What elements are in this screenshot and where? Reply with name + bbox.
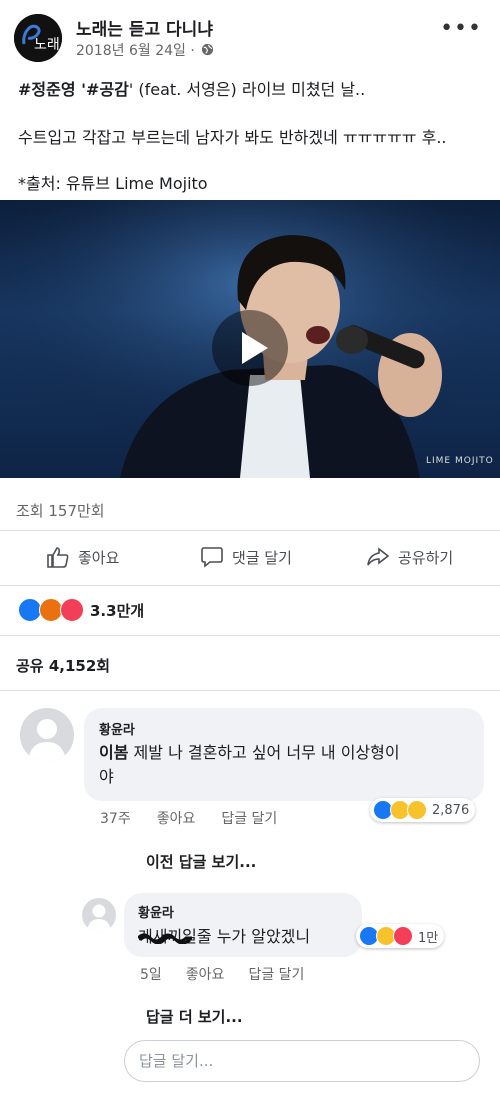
- reply-reply-button[interactable]: 답글 달기: [248, 964, 304, 984]
- reply-time[interactable]: 5일: [140, 964, 162, 984]
- comment-text-line-2: 야: [99, 767, 114, 786]
- redacted-word: 게새끼: [138, 926, 192, 948]
- comment-label: 댓글 달기: [232, 548, 292, 567]
- view-more-replies-link[interactable]: 답글 더 보기...: [146, 1006, 243, 1027]
- view-count: 조회 157만회: [16, 502, 105, 520]
- play-icon: [242, 332, 268, 364]
- more-options-icon[interactable]: •••: [440, 16, 482, 41]
- sad-reaction-icon: [407, 800, 427, 820]
- reply-like-button[interactable]: 좋아요: [186, 964, 225, 984]
- comment-author[interactable]: 황윤라: [99, 719, 135, 738]
- hashtag-link[interactable]: #정준영: [18, 80, 76, 99]
- comment-reply-button[interactable]: 답글 달기: [221, 808, 277, 828]
- share-button[interactable]: 공유하기: [366, 540, 453, 574]
- page-avatar[interactable]: 노래: [14, 14, 62, 62]
- comment-meta: 37주 좋아요 답글 달기: [100, 808, 277, 828]
- comment-button[interactable]: 댓글 달기: [200, 540, 292, 574]
- reply-input[interactable]: [124, 1040, 480, 1082]
- divider: [0, 690, 500, 691]
- logo-text: 노래: [34, 37, 60, 53]
- comment-bubble: 황윤라 이봄 제발 나 결혼하고 싶어 너무 내 이상형이 야: [84, 708, 484, 801]
- post-text-line-2: 수트입고 각잡고 부르는데 남자가 봐도 반하겠네 ㅠㅠㅠㅠㅠ 후..: [18, 128, 447, 147]
- reply-author[interactable]: 황윤라: [138, 902, 174, 921]
- mentioned-user[interactable]: 이봄: [99, 743, 128, 762]
- post-date: 2018년 6월 24일 ·: [76, 40, 214, 60]
- comment-time[interactable]: 37주: [100, 808, 131, 828]
- thumbs-up-icon: [47, 547, 69, 568]
- comment-icon: [201, 547, 223, 568]
- default-user-icon: [28, 719, 66, 762]
- reply-text-body: 일줄 누가 알았겠니: [182, 927, 311, 946]
- reply-reactions[interactable]: 1만: [356, 924, 445, 948]
- video-watermark: LIME MOJITO: [426, 456, 494, 466]
- page-name[interactable]: 노래는 듣고 다니냐: [76, 15, 213, 40]
- divider: [0, 585, 500, 586]
- divider: [0, 635, 500, 636]
- commenter-avatar[interactable]: [20, 708, 74, 762]
- reply-author-avatar[interactable]: [82, 898, 116, 932]
- love-reaction-icon: [60, 598, 84, 622]
- view-previous-replies-link[interactable]: 이전 답글 보기...: [146, 851, 256, 872]
- share-count[interactable]: 공유 4,152회: [16, 655, 110, 676]
- comment-text-body: 제발 나 결혼하고 싶어 너무 내 이상형이: [128, 743, 400, 762]
- hashtag-link[interactable]: #공감: [86, 80, 129, 99]
- like-button[interactable]: 좋아요: [46, 540, 119, 574]
- reactions-summary[interactable]: [18, 598, 84, 622]
- post-text-line-1: #정준영 '#공감' (feat. 서영은) 라이브 미쳤던 날..: [18, 76, 365, 100]
- page-logo-icon: 노래: [14, 14, 62, 62]
- default-user-icon: [87, 904, 111, 932]
- comment-reaction-count: 2,876: [432, 802, 470, 818]
- post-text-line-3: *출처: 유튜브 Lime Mojito: [18, 174, 208, 193]
- post-text-rest: ' (feat. 서영은) 라이브 미쳤던 날..: [128, 80, 366, 99]
- share-label: 공유하기: [398, 548, 454, 567]
- reply-text: 게새끼 일줄 누가 알았겠니: [138, 926, 310, 948]
- scribble-mark: [138, 933, 192, 944]
- post-date-text: 2018년 6월 24일 ·: [76, 43, 195, 59]
- love-reaction-icon: [393, 926, 413, 946]
- divider: [0, 530, 500, 531]
- globe-icon: [202, 43, 214, 56]
- reply-bubble: 황윤라 게새끼 일줄 누가 알았겠니: [124, 893, 362, 957]
- comment-like-button[interactable]: 좋아요: [157, 808, 196, 828]
- reaction-count[interactable]: 3.3만개: [90, 600, 144, 621]
- play-button[interactable]: [212, 310, 288, 386]
- comment-reactions[interactable]: 2,876: [370, 798, 476, 822]
- comment-text: 이봄 제발 나 결혼하고 싶어 너무 내 이상형이: [99, 742, 400, 764]
- like-label: 좋아요: [78, 548, 120, 567]
- reply-reaction-count: 1만: [418, 930, 439, 946]
- share-icon: [367, 547, 390, 566]
- reply-meta: 5일 좋아요 답글 달기: [140, 964, 304, 984]
- quote-mark: ': [75, 80, 87, 99]
